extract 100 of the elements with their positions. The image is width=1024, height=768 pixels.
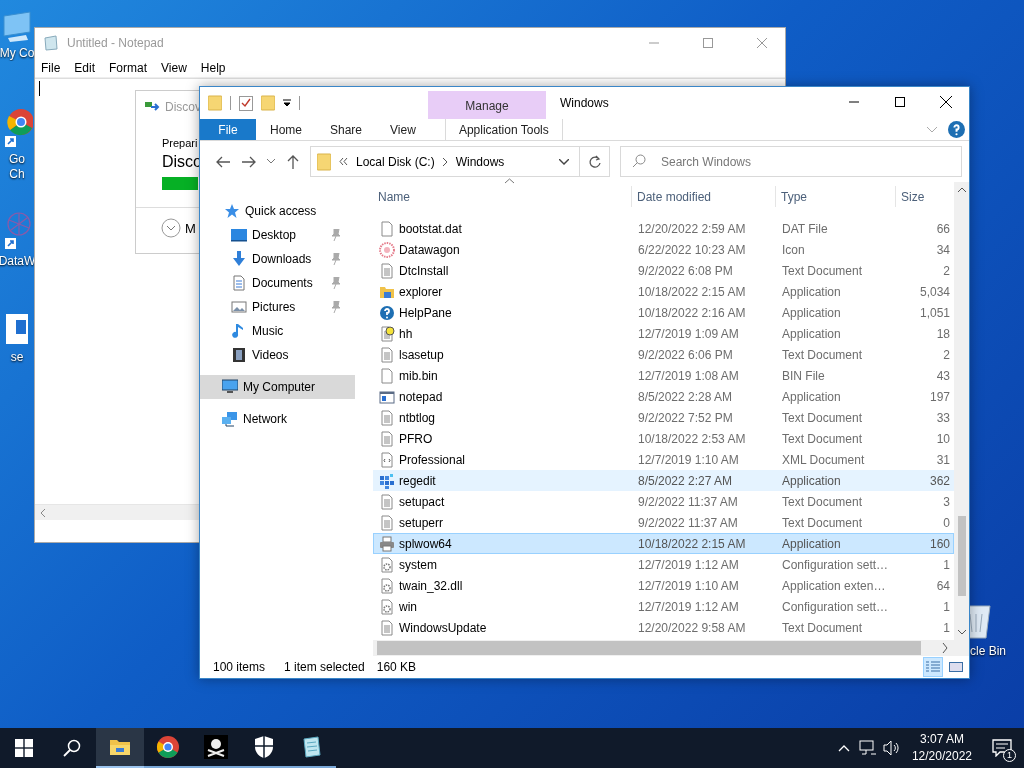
dropdown-icon[interactable] [283, 99, 291, 107]
file-row[interactable]: lsasetup 9/2/2022 6:06 PM Text Document 2 [373, 344, 954, 365]
date-cell-text: 9/2/2022 11:37 AM [637, 494, 739, 509]
file-row[interactable]: notepad 8/5/2022 2:28 AM Application 197 [373, 386, 954, 407]
menu-item[interactable]: Format [103, 60, 156, 75]
file-row[interactable]: bootstat.dat 12/20/2022 2:59 AM DAT File 66 [373, 218, 954, 239]
menu-item[interactable]: Help [194, 60, 234, 75]
date-cell-text: 6/22/2022 10:23 AM [637, 242, 747, 257]
ribbon-tab[interactable]: View [376, 119, 430, 140]
download-icon [231, 251, 247, 267]
file-name: notepad [399, 389, 443, 404]
thumbnail-icon [949, 661, 963, 673]
date-cell-text: 12/20/2022 9:58 AM [637, 620, 747, 635]
vertical-scrollbar[interactable] [954, 182, 969, 640]
breadcrumb[interactable]: Local Disk (C:) [356, 154, 435, 169]
size-cell-text: 1 [942, 599, 951, 614]
text-file-icon [379, 346, 395, 363]
file-row[interactable]: Datawagon 6/22/2022 10:23 AM Icon 34 [373, 239, 954, 260]
file-row[interactable]: regedit 8/5/2022 2:27 AM Application 362 [373, 470, 954, 491]
chevron-right-icon[interactable] [442, 157, 448, 166]
double-chevron-icon[interactable] [339, 158, 348, 165]
search-icon [632, 154, 646, 168]
text-file-icon [379, 514, 395, 531]
file-row[interactable]: PFRO 10/18/2022 2:53 AM Text Document 10 [373, 428, 954, 449]
nav-item[interactable]: Network [200, 407, 355, 431]
size-cell-text: 0 [942, 515, 951, 530]
scroll-right-icon[interactable] [941, 643, 949, 653]
nav-item[interactable]: Downloads [200, 247, 355, 271]
size-cell-text: 31 [935, 452, 951, 467]
details-label[interactable]: M [185, 220, 196, 236]
help-icon[interactable] [948, 121, 965, 138]
ribbon-tab[interactable]: Home [256, 119, 316, 140]
file-name: ntbtlog [399, 410, 436, 425]
menu-item[interactable]: View [155, 60, 195, 75]
column-header[interactable]: Size [896, 186, 952, 207]
nav-item[interactable]: Documents [200, 271, 355, 295]
selection-size: 160 KB [376, 660, 417, 674]
properties-icon[interactable] [239, 95, 253, 111]
scroll-left-icon[interactable] [39, 508, 47, 517]
column-header[interactable]: Name [373, 186, 632, 207]
file-row[interactable]: mib.bin 12/7/2019 1:08 AM BIN File 43 [373, 365, 954, 386]
close-icon [940, 96, 952, 108]
file-name: DtcInstall [399, 263, 449, 278]
file-row[interactable]: WindowsUpdate 12/20/2022 9:58 AM Text Document 1 [373, 617, 954, 638]
picture-icon [231, 299, 247, 315]
file-row[interactable]: win 12/7/2019 1:12 AM Configuration sett… 1 [373, 596, 954, 617]
file-row[interactable]: hh 12/7/2019 1:09 AM Application 18 [373, 323, 954, 344]
notifications-button[interactable]: 1 [980, 728, 1024, 768]
file-row[interactable]: splwow64 10/18/2022 2:15 AM Application 160 [373, 533, 954, 554]
nav-item[interactable]: Desktop [200, 223, 355, 247]
file-row[interactable]: Professional 12/7/2019 1:10 AM XML Document 31 [373, 449, 954, 470]
ribbon-tab[interactable]: Share [316, 119, 377, 140]
scroll-up-icon[interactable] [957, 187, 966, 193]
ribbon-tab[interactable]: File [200, 119, 256, 140]
menu-item[interactable]: File [35, 60, 69, 75]
date-cell-text: 10/18/2022 2:15 AM [637, 536, 747, 551]
size-cell-text: 362 [928, 473, 951, 488]
type-cell-text: BIN File [781, 368, 826, 383]
nav-item[interactable]: My Computer [200, 375, 355, 399]
size-cell-text: 2 [942, 347, 951, 362]
chevron-down-icon[interactable] [161, 218, 181, 238]
file-name: WindowsUpdate [399, 620, 487, 635]
breadcrumb[interactable]: Windows [455, 154, 505, 169]
file-row[interactable]: twain_32.dll 12/7/2019 1:10 AM Application exten… 64 [373, 575, 954, 596]
file-row[interactable]: setuperr 9/2/2022 11:37 AM Text Document 0 [373, 512, 954, 533]
scroll-down-icon[interactable] [957, 629, 966, 635]
size-cell-text: 66 [935, 221, 951, 236]
dialog-title: Discov [165, 100, 201, 114]
window-title: Windows [560, 96, 609, 110]
horizontal-scrollbar[interactable] [373, 640, 969, 656]
scrollbar-thumb[interactable] [957, 516, 966, 596]
type-cell-text: Text Document [781, 515, 864, 530]
file-name: Datawagon [399, 242, 460, 257]
search-field[interactable]: Search Windows [620, 146, 962, 177]
network-icon [858, 740, 877, 756]
size-cell-text: 18 [935, 326, 951, 341]
file-row[interactable]: explorer 10/18/2022 2:15 AM Application 5,034 [373, 281, 954, 302]
horizontal-scrollbar[interactable] [35, 504, 199, 520]
type-cell-text: Text Document [781, 347, 864, 362]
file-row[interactable]: ntbtlog 9/2/2022 7:52 PM Text Document 33 [373, 407, 954, 428]
printer-icon [379, 535, 395, 552]
date-cell-text: 9/2/2022 11:37 AM [637, 515, 739, 530]
clock[interactable]: 3:07 AM 12/20/2022 [903, 728, 980, 768]
nav-item[interactable]: Quick access [200, 199, 355, 223]
file-name: system [399, 557, 437, 572]
ribbon-tab[interactable]: Application Tools [444, 119, 563, 140]
column-header[interactable]: Date modified [632, 186, 776, 207]
column-header[interactable]: Type [776, 186, 896, 207]
nav-item[interactable]: Videos [200, 343, 355, 367]
nav-item[interactable]: Pictures [200, 295, 355, 319]
file-name: HelpPane [399, 305, 452, 320]
file-row[interactable]: system 12/7/2019 1:12 AM Configuration sett… 1 [373, 554, 954, 575]
taskbar-app[interactable] [96, 728, 144, 768]
window-title: Untitled - Notepad [67, 36, 165, 50]
address-bar[interactable]: Local Disk (C:) Windows [310, 146, 610, 177]
menu-item[interactable]: Edit [68, 60, 104, 75]
file-row[interactable]: DtcInstall 9/2/2022 6:08 PM Text Document 2 [373, 260, 954, 281]
file-row[interactable]: HelpPane 10/18/2022 2:16 AM Application 1,051 [373, 302, 954, 323]
nav-item[interactable]: Music [200, 319, 355, 343]
file-row[interactable]: setupact 9/2/2022 11:37 AM Text Document 3 [373, 491, 954, 512]
